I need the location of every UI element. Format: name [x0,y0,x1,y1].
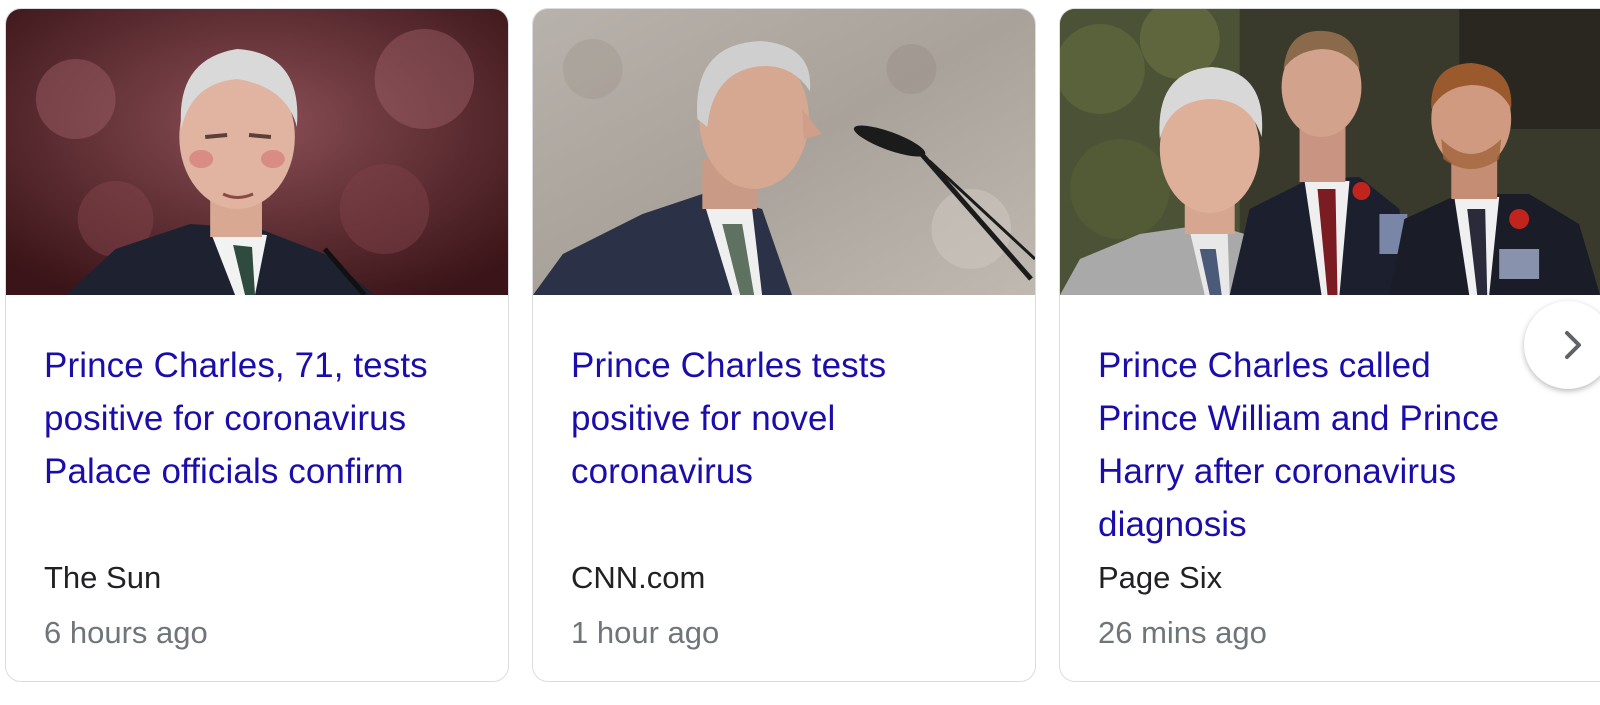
chevron-right-icon [1565,331,1581,359]
news-timestamp: 1 hour ago [571,615,720,650]
news-timestamp: 6 hours ago [44,615,208,650]
news-headline-link[interactable]: Prince Charles, 71, tests positive for c… [44,339,484,498]
news-headline-link[interactable]: Prince Charles called Prince William and… [1098,339,1518,551]
news-timestamp: 26 mins ago [1098,615,1267,650]
news-card[interactable]: Prince Charles tests positive for novel … [532,8,1036,682]
news-source: Page Six [1098,560,1223,595]
news-card[interactable]: Prince Charles, 71, tests positive for c… [5,8,509,682]
news-source: CNN.com [571,560,706,595]
news-thumbnail[interactable] [1060,9,1600,295]
news-headline-link[interactable]: Prince Charles tests positive for novel … [571,339,1011,498]
top-stories-carousel: Prince Charles, 71, tests positive for c… [0,0,1600,705]
news-card[interactable]: Prince Charles called Prince William and… [1059,8,1600,682]
news-source: The Sun [44,560,162,595]
news-thumbnail[interactable] [533,9,1035,295]
news-thumbnail[interactable] [6,9,508,295]
